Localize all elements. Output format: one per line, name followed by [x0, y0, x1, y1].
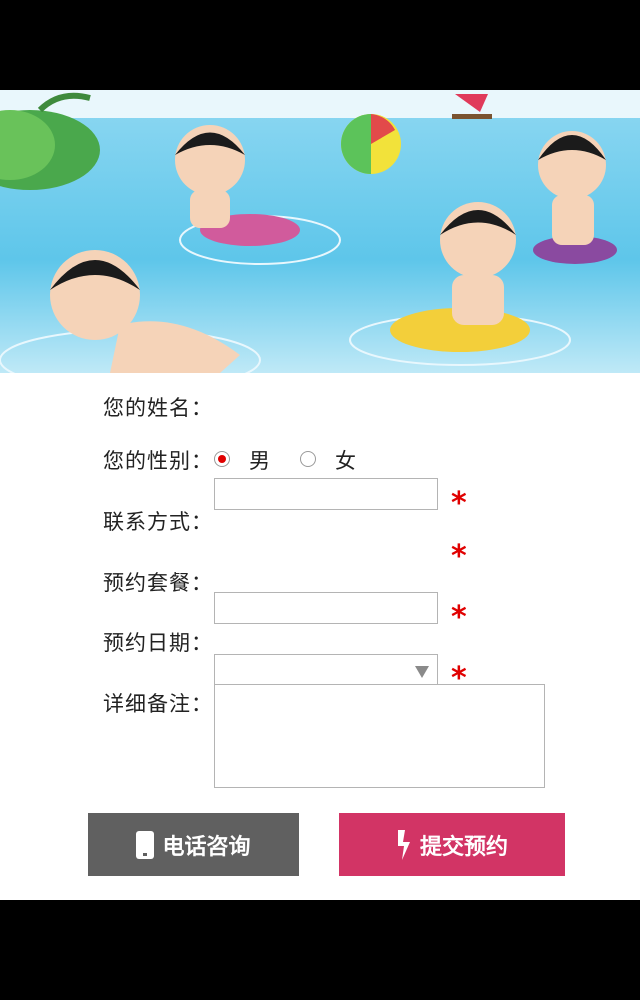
dropdown-arrow-icon	[415, 666, 429, 678]
package-select[interactable]	[214, 654, 438, 686]
lightning-icon	[396, 829, 412, 860]
gender-required-mark: *	[451, 539, 467, 574]
phone-icon	[136, 830, 155, 859]
contact-required-mark: *	[451, 600, 467, 635]
gender-option-male[interactable]: 男	[249, 445, 270, 475]
banner-illustration	[0, 90, 640, 391]
phone-consult-label: 电话咨询	[162, 834, 251, 860]
contact-input[interactable]	[214, 592, 438, 624]
submit-reservation-label: 提交预约	[419, 834, 508, 860]
gender-option-female[interactable]: 女	[335, 445, 356, 475]
notes-textarea[interactable]	[214, 684, 545, 788]
submit-reservation-button[interactable]: 提交预约	[339, 813, 565, 876]
gender-label: 您的性别：	[103, 449, 213, 473]
gender-radio-male[interactable]	[214, 451, 230, 467]
phone-consult-button[interactable]: 电话咨询	[88, 813, 299, 876]
date-label: 预约日期：	[103, 631, 213, 655]
name-label: 您的姓名：	[103, 396, 213, 420]
contact-label: 联系方式：	[103, 510, 213, 534]
name-required-mark: *	[451, 486, 467, 521]
name-input[interactable]	[214, 478, 438, 510]
package-label: 预约套餐：	[103, 571, 213, 595]
app-screen: 您的姓名： * 您的性别： 男 女 * 联系方式： * 预约套餐： * 预约日期…	[0, 90, 640, 900]
gender-radio-female[interactable]	[300, 451, 316, 467]
notes-label: 详细备注：	[103, 692, 213, 716]
